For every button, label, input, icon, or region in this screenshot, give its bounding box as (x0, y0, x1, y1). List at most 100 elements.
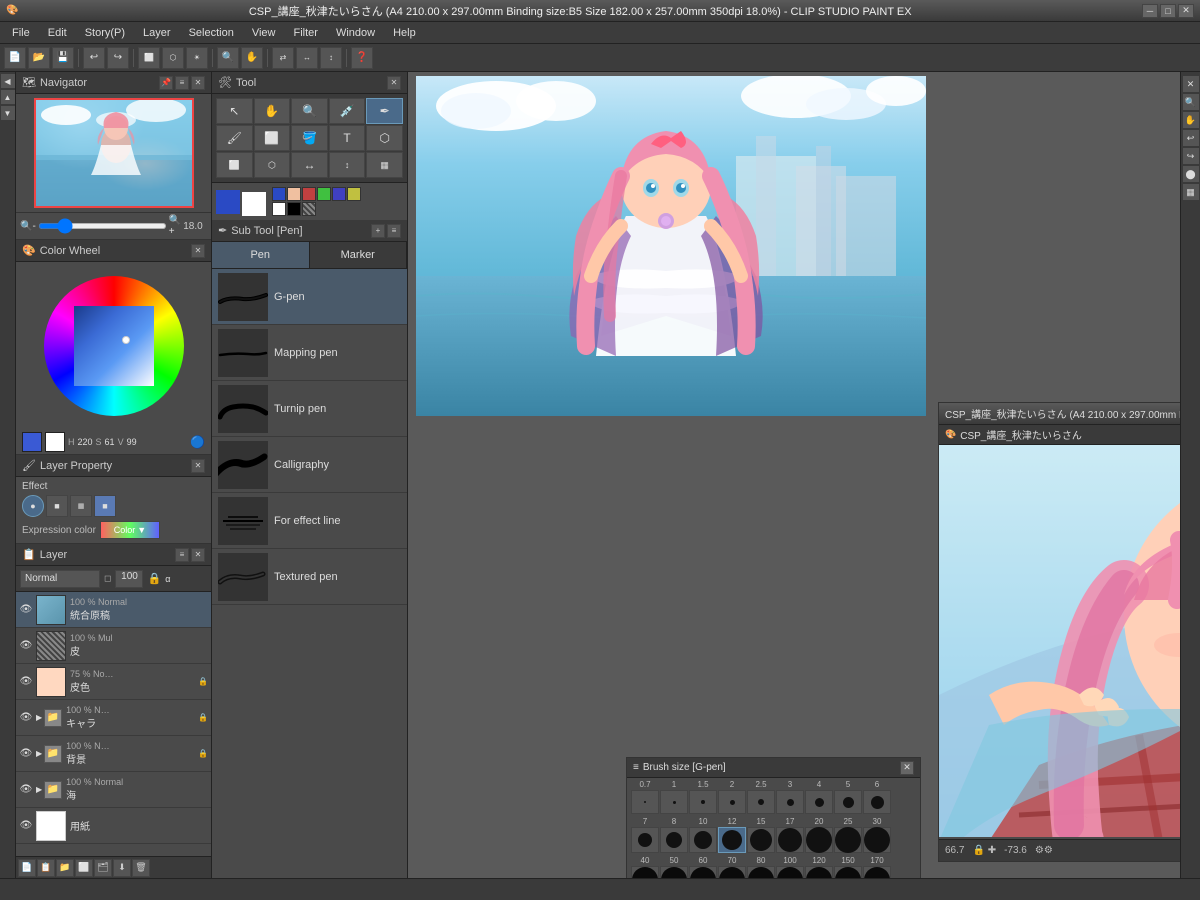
subtool-item-textured[interactable]: Textured pen (212, 549, 407, 605)
layer-panel-close-btn[interactable]: ✕ (191, 548, 205, 562)
right-icon-7[interactable]: ▦ (1183, 184, 1199, 200)
menu-story[interactable]: Story(P) (77, 25, 133, 41)
navigator-menu-btn[interactable]: ≡ (175, 76, 189, 90)
palette-chip-1[interactable] (287, 187, 301, 201)
left-strip-icon-1[interactable]: ◀ (1, 74, 15, 88)
nav-zoom-in-btn[interactable]: 🔍+ (169, 215, 181, 237)
color-wheel-container[interactable] (34, 266, 194, 426)
brush-size-close-btn[interactable]: ✕ (900, 761, 914, 775)
right-icon-5[interactable]: ↪ (1183, 148, 1199, 164)
layer-delete-btn[interactable]: 🗑 (132, 859, 150, 877)
menu-help[interactable]: Help (385, 25, 424, 41)
toolbar-new[interactable]: 📄 (4, 47, 26, 69)
layer-expand-4[interactable]: ▶ (36, 749, 42, 758)
tool-zoom[interactable]: 🔍 (291, 98, 328, 124)
toolbar-select-magic[interactable]: ✴ (186, 47, 208, 69)
close-button[interactable]: ✕ (1178, 4, 1194, 18)
palette-chip-4[interactable] (332, 187, 346, 201)
tool-select-rect[interactable]: ⬜ (216, 152, 253, 178)
brush-dot-150[interactable] (834, 866, 862, 878)
toolbar-transform[interactable]: ⇄ (272, 47, 294, 69)
blend-mode-select[interactable]: Normal (20, 570, 100, 588)
brush-dot-8[interactable] (660, 827, 688, 853)
effect-btn-circle[interactable]: ● (22, 495, 44, 517)
palette-chip-2[interactable] (302, 187, 316, 201)
palette-chip-8[interactable] (302, 202, 316, 216)
opacity-input[interactable]: 100 (115, 570, 143, 588)
layer-vis-1[interactable]: 👁 (18, 638, 34, 654)
right-icon-4[interactable]: ↩ (1183, 130, 1199, 146)
subtool-tab-marker[interactable]: Marker (310, 242, 408, 268)
menu-selection[interactable]: Selection (181, 25, 242, 41)
layer-property-close-btn[interactable]: ✕ (191, 459, 205, 473)
tool-brush[interactable]: 🖌 (216, 125, 253, 151)
toolbar-help[interactable]: ❓ (351, 47, 373, 69)
right-icon-1[interactable]: ✕ (1183, 76, 1199, 92)
layer-new-btn[interactable]: 📄 (18, 859, 36, 877)
brush-dot-07[interactable] (631, 790, 659, 814)
palette-chip-3[interactable] (317, 187, 331, 201)
palette-chip-6[interactable] (272, 202, 286, 216)
brush-dot-25-2[interactable] (834, 827, 862, 853)
tool-text[interactable]: T (329, 125, 366, 151)
right-icon-3[interactable]: ✋ (1183, 112, 1199, 128)
fg-color-chip[interactable] (216, 190, 240, 214)
palette-chip-0[interactable] (272, 187, 286, 201)
color-wheel-handle[interactable] (122, 336, 130, 344)
brush-dot-170[interactable] (863, 866, 891, 878)
sub-canvas-content[interactable] (939, 445, 1180, 837)
color-wheel-close-btn[interactable]: ✕ (191, 244, 205, 258)
subtool-item-mapping[interactable]: Mapping pen (212, 325, 407, 381)
layer-item-4[interactable]: 👁 ▶ 📁 100 % N… 背景 🔒 (16, 736, 211, 772)
left-strip-icon-3[interactable]: ▼ (1, 106, 15, 120)
tool-fill[interactable]: 🪣 (291, 125, 328, 151)
toolbar-open[interactable]: 📂 (28, 47, 50, 69)
subtool-item-gpen[interactable]: G-pen (212, 269, 407, 325)
layer-copy-btn[interactable]: 📋 (37, 859, 55, 877)
layer-vis-6[interactable]: 👁 (18, 818, 34, 834)
layer-expand-5[interactable]: ▶ (36, 785, 42, 794)
layer-group-btn[interactable]: 📁 (56, 859, 74, 877)
background-color-indicator[interactable] (45, 432, 65, 452)
brush-dot-15[interactable] (689, 790, 717, 814)
tool-gradient[interactable]: ▦ (366, 152, 403, 178)
menu-window[interactable]: Window (328, 25, 383, 41)
navigator-close-btn[interactable]: ✕ (191, 76, 205, 90)
menu-edit[interactable]: Edit (40, 25, 75, 41)
brush-dot-80[interactable] (747, 866, 775, 878)
brush-dot-70[interactable] (718, 866, 746, 878)
toolbar-flip-v[interactable]: ↕ (320, 47, 342, 69)
brush-dot-10[interactable] (689, 827, 717, 853)
color-wheel-ring[interactable] (44, 276, 184, 416)
bg-color-chip[interactable] (242, 192, 266, 216)
toolbar-redo[interactable]: ↪ (107, 47, 129, 69)
palette-chip-5[interactable] (347, 187, 361, 201)
tool-figure[interactable]: ⬡ (366, 125, 403, 151)
nav-zoom-slider[interactable] (38, 223, 167, 229)
toolbar-save[interactable]: 💾 (52, 47, 74, 69)
subtool-add-btn[interactable]: + (371, 224, 385, 238)
right-icon-6[interactable]: ⬤ (1183, 166, 1199, 182)
main-canvas[interactable] (416, 76, 926, 416)
color-picker-icon[interactable]: 🔵 (190, 435, 205, 449)
menu-view[interactable]: View (244, 25, 284, 41)
toolbar-undo[interactable]: ↩ (83, 47, 105, 69)
maximize-button[interactable]: □ (1160, 4, 1176, 18)
effect-btn-pattern[interactable]: ▦ (70, 495, 92, 517)
brush-dot-100[interactable] (776, 866, 804, 878)
layer-item-6[interactable]: 👁 用紙 (16, 808, 211, 844)
layer-vis-0[interactable]: 👁 (18, 602, 34, 618)
brush-dot-2[interactable] (718, 790, 746, 814)
navigator-pin-btn[interactable]: 📌 (159, 76, 173, 90)
brush-dot-50[interactable] (660, 866, 688, 878)
layer-panel-menu-btn[interactable]: ≡ (175, 548, 189, 562)
tool-eraser[interactable]: ⬜ (254, 125, 291, 151)
foreground-color-indicator[interactable] (22, 432, 42, 452)
tool-layer-move[interactable]: ↕ (329, 152, 366, 178)
brush-dot-1[interactable] (660, 790, 688, 814)
tool-hand[interactable]: ✋ (254, 98, 291, 124)
effect-btn-color[interactable]: ■ (94, 495, 116, 517)
layer-item-3[interactable]: 👁 ▶ 📁 100 % N… キャラ 🔒 (16, 700, 211, 736)
menu-filter[interactable]: Filter (286, 25, 326, 41)
brush-dot-25[interactable] (747, 790, 775, 814)
